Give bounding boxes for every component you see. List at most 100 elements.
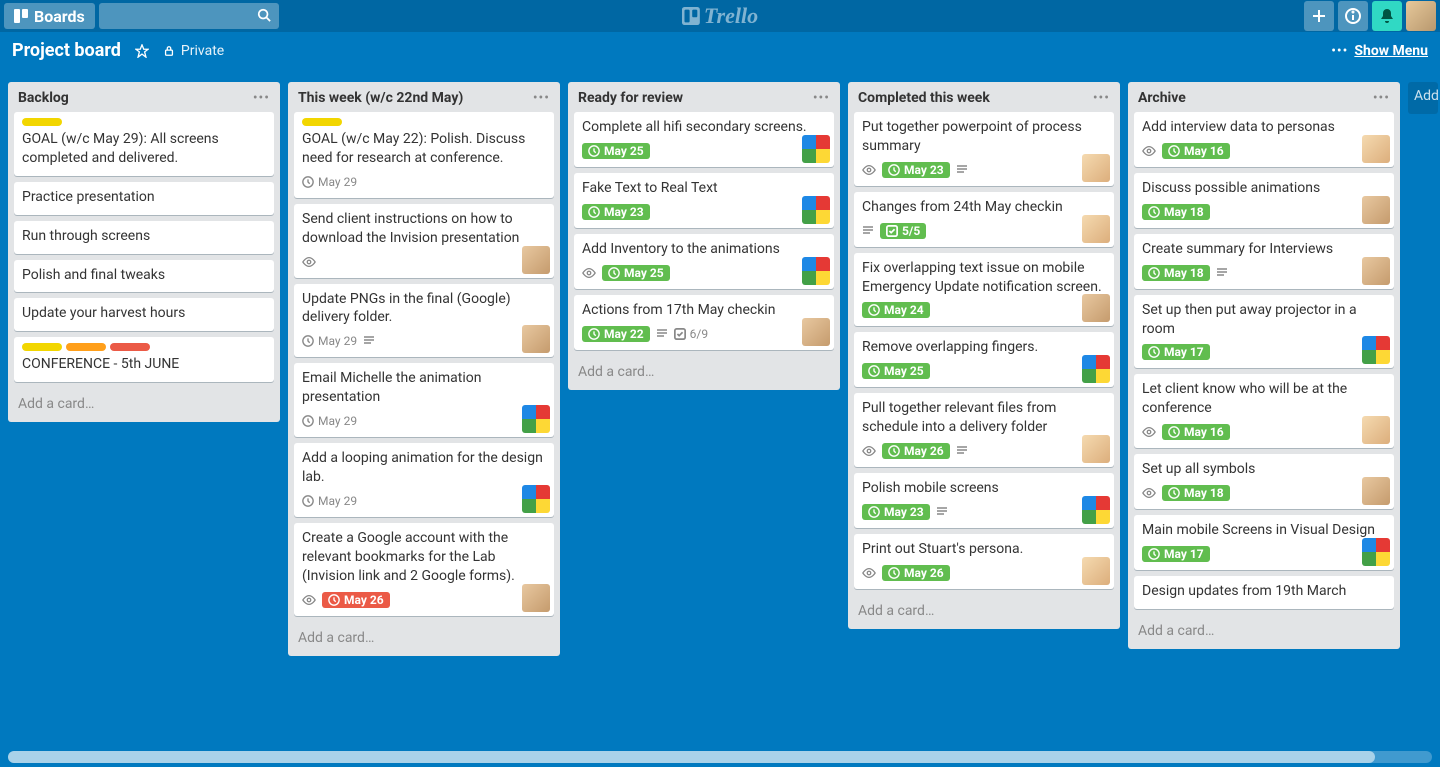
member-avatar[interactable] [1362,538,1390,566]
card[interactable]: Design updates from 19th March [1134,576,1394,609]
card[interactable]: Main mobile Screens in Visual DesignMay … [1134,515,1394,570]
card[interactable]: Let client know who will be at the confe… [1134,374,1394,448]
card[interactable]: Fake Text to Real TextMay 23 [574,173,834,228]
member-avatar[interactable] [802,196,830,224]
member-avatar[interactable] [522,405,550,433]
card-title: Main mobile Screens in Visual Design [1142,521,1386,540]
list-menu-button[interactable]: ••• [533,90,550,106]
info-button[interactable] [1338,1,1368,31]
cards-container[interactable]: GOAL (w/c May 29): All screens completed… [8,112,280,388]
member-avatar[interactable] [1362,416,1390,444]
card[interactable]: Complete all hifi secondary screens.May … [574,112,834,167]
card[interactable]: Create summary for InterviewsMay 18 [1134,234,1394,289]
card[interactable]: Email Michelle the animation presentatio… [294,363,554,437]
card[interactable]: Add interview data to personasMay 16 [1134,112,1394,167]
boards-button[interactable]: Boards [4,3,95,29]
list-title[interactable]: Ready for review [578,90,813,106]
card[interactable]: Run through screens [14,221,274,254]
list-title[interactable]: This week (w/c 22nd May) [298,90,533,106]
card-title: Create a Google account with the relevan… [302,529,546,586]
card[interactable]: GOAL (w/c May 22): Polish. Discuss need … [294,112,554,198]
card[interactable]: Actions from 17th May checkinMay 226/9 [574,295,834,350]
card[interactable]: Create a Google account with the relevan… [294,523,554,616]
add-card-button[interactable]: Add a card… [288,622,560,656]
add-card-button[interactable]: Add a card… [1128,615,1400,649]
card[interactable]: Fix overlapping text issue on mobile Eme… [854,253,1114,327]
member-avatar[interactable] [1082,435,1110,463]
list-title[interactable]: Backlog [18,90,253,106]
show-menu-button[interactable]: ••• Show Menu [1331,43,1428,59]
card[interactable]: Print out Stuart's persona.May 26 [854,534,1114,589]
star-icon [135,44,149,58]
card[interactable]: Changes from 24th May checkin5/5 [854,192,1114,247]
member-avatar[interactable] [1082,215,1110,243]
card[interactable]: CONFERENCE - 5th JUNE [14,337,274,382]
member-avatar[interactable] [802,318,830,346]
card[interactable]: Pull together relevant files from schedu… [854,393,1114,467]
member-avatar[interactable] [1082,294,1110,322]
board-title[interactable]: Project board [12,40,121,61]
member-avatar[interactable] [1362,336,1390,364]
member-avatar[interactable] [522,246,550,274]
list-menu-button[interactable]: ••• [1373,90,1390,106]
card-title: Send client instructions on how to downl… [302,210,546,248]
member-avatar[interactable] [522,584,550,612]
add-card-button[interactable]: Add a card… [568,356,840,390]
card[interactable]: Put together powerpoint of process summa… [854,112,1114,186]
card[interactable]: Polish and final tweaks [14,260,274,293]
card[interactable]: Update your harvest hours [14,298,274,331]
user-avatar[interactable] [1406,1,1436,31]
notifications-button[interactable] [1372,1,1402,31]
card-badges: May 16 [1142,141,1386,161]
member-avatar[interactable] [1082,154,1110,182]
visibility-button[interactable]: Private [163,43,224,59]
card[interactable]: Update PNGs in the final (Google) delive… [294,284,554,358]
list: Archive••• Add interview data to personas… [1128,82,1400,649]
scrollbar-thumb[interactable] [8,751,1375,763]
member-avatar[interactable] [522,485,550,513]
due-date-badge: May 23 [582,204,650,220]
star-button[interactable] [135,44,149,58]
list-title[interactable]: Archive [1138,90,1373,106]
board-canvas[interactable]: Backlog•••GOAL (w/c May 29): All screens… [0,82,1440,755]
member-avatar[interactable] [1082,496,1110,524]
card[interactable]: Set up then put away projector in a room… [1134,295,1394,369]
card[interactable]: Set up all symbolsMay 18 [1134,454,1394,509]
member-avatar[interactable] [1362,257,1390,285]
app-logo[interactable]: Trello [682,3,758,29]
card[interactable]: Practice presentation [14,182,274,215]
eye-icon [1142,487,1156,499]
member-avatar[interactable] [802,257,830,285]
member-avatar[interactable] [1082,557,1110,585]
cards-container[interactable]: GOAL (w/c May 22): Polish. Discuss need … [288,112,560,622]
cards-container[interactable]: Put together powerpoint of process summa… [848,112,1120,595]
list-menu-button[interactable]: ••• [813,90,830,106]
create-button[interactable] [1304,1,1334,31]
card-badges: May 17 [1142,342,1386,362]
add-list-button[interactable]: Add [1408,82,1438,114]
card[interactable]: Add Inventory to the animationsMay 25 [574,234,834,289]
member-avatar[interactable] [1362,135,1390,163]
member-avatar[interactable] [1082,355,1110,383]
card-title: Pull together relevant files from schedu… [862,399,1106,437]
card[interactable]: Polish mobile screensMay 23 [854,473,1114,528]
card[interactable]: Discuss possible animationsMay 18 [1134,173,1394,228]
list-menu-button[interactable]: ••• [1093,90,1110,106]
horizontal-scrollbar[interactable] [8,751,1432,763]
card[interactable]: Add a looping animation for the design l… [294,443,554,517]
search-input[interactable] [99,3,279,29]
card[interactable]: GOAL (w/c May 29): All screens completed… [14,112,274,176]
member-avatar[interactable] [1362,196,1390,224]
member-avatar[interactable] [522,325,550,353]
member-avatar[interactable] [802,135,830,163]
card[interactable]: Remove overlapping fingers.May 25 [854,332,1114,387]
cards-container[interactable]: Add interview data to personasMay 16 Disc… [1128,112,1400,615]
add-card-button[interactable]: Add a card… [848,595,1120,629]
card-badges: May 226/9 [582,324,826,344]
card[interactable]: Send client instructions on how to downl… [294,204,554,278]
cards-container[interactable]: Complete all hifi secondary screens.May … [568,112,840,356]
list-title[interactable]: Completed this week [858,90,1093,106]
add-card-button[interactable]: Add a card… [8,388,280,422]
member-avatar[interactable] [1362,477,1390,505]
list-menu-button[interactable]: ••• [253,90,270,106]
